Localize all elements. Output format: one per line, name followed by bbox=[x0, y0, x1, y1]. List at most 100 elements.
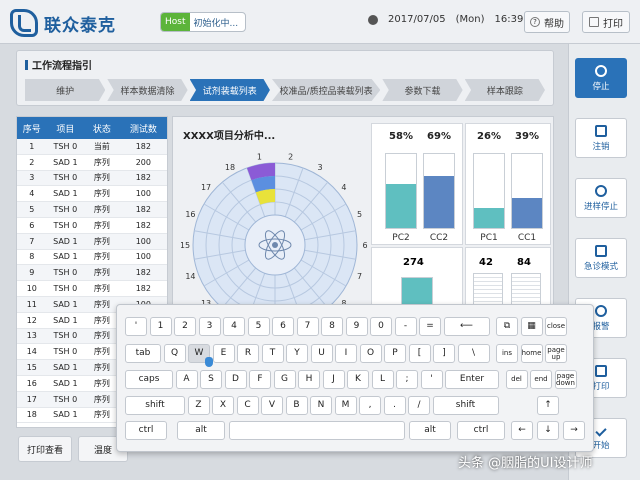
key-ctrl[interactable]: ctrl bbox=[457, 421, 505, 440]
key-z[interactable]: Z bbox=[187, 396, 210, 415]
key-2[interactable]: 2 bbox=[174, 317, 196, 336]
key-f[interactable]: F bbox=[249, 370, 271, 389]
key-[interactable]: ' bbox=[420, 370, 443, 389]
key-pagedown[interactable]: page down bbox=[554, 370, 577, 389]
key-r[interactable]: R bbox=[237, 344, 259, 363]
key-[interactable]: / bbox=[408, 396, 430, 415]
key-[interactable]: ⟵ bbox=[443, 317, 490, 336]
key-7[interactable]: 7 bbox=[296, 317, 319, 336]
key-[interactable]: . bbox=[383, 396, 406, 415]
print-view-button[interactable]: 打印查看 bbox=[18, 436, 72, 462]
step-reagent-load[interactable]: 试剂装载列表 bbox=[189, 79, 270, 101]
step-calibrator-load[interactable]: 校准品/质控品装载列表 bbox=[271, 79, 381, 101]
key-[interactable]: ] bbox=[433, 344, 455, 363]
key-m[interactable]: M bbox=[334, 396, 357, 415]
key-[interactable]: ↑ bbox=[537, 396, 559, 415]
table-row[interactable]: 10 TSH 0 序列 182 bbox=[17, 281, 167, 297]
table-row[interactable]: 5 TSH 0 序列 182 bbox=[17, 202, 167, 218]
key-8[interactable]: 8 bbox=[321, 317, 343, 336]
key-end[interactable]: end bbox=[530, 370, 552, 389]
key-x[interactable]: X bbox=[212, 396, 234, 415]
key-g[interactable]: G bbox=[273, 370, 296, 389]
key-h[interactable]: H bbox=[298, 370, 320, 389]
key-tab[interactable]: tab bbox=[125, 344, 161, 363]
key-[interactable]: ↓ bbox=[537, 421, 559, 440]
key-shift[interactable]: shift bbox=[432, 396, 499, 415]
step-maintenance[interactable]: 维护 bbox=[25, 79, 106, 101]
key-copy-icon[interactable]: ⧉ bbox=[496, 317, 518, 336]
key-[interactable]: , bbox=[359, 396, 381, 415]
key-b[interactable]: B bbox=[285, 396, 308, 415]
key-s[interactable]: S bbox=[200, 370, 222, 389]
key-ctrl[interactable]: ctrl bbox=[125, 421, 167, 440]
key-[interactable]: ← bbox=[511, 421, 533, 440]
key-4[interactable]: 4 bbox=[223, 317, 245, 336]
key-shift[interactable]: shift bbox=[125, 396, 185, 415]
key-6[interactable]: 6 bbox=[272, 317, 294, 336]
wheel-slot-number: 7 bbox=[357, 272, 362, 281]
cell-status: 序列 bbox=[93, 236, 110, 246]
key-c[interactable]: C bbox=[236, 396, 259, 415]
key-ins[interactable]: ins bbox=[496, 344, 518, 363]
key-0[interactable]: 0 bbox=[370, 317, 392, 336]
table-row[interactable]: 4 SAD 1 序列 100 bbox=[17, 186, 167, 203]
help-button[interactable]: ? 帮助 bbox=[524, 11, 570, 33]
key-pageup[interactable]: page up bbox=[545, 344, 567, 363]
key-[interactable]: [ bbox=[408, 344, 431, 363]
key-j[interactable]: J bbox=[322, 370, 345, 389]
key-calculator-icon[interactable]: ▦ bbox=[520, 317, 543, 336]
logout-button[interactable]: 注销 bbox=[575, 118, 627, 158]
key-3[interactable]: 3 bbox=[198, 317, 221, 336]
key-9[interactable]: 9 bbox=[345, 317, 368, 336]
key-d[interactable]: D bbox=[224, 370, 247, 389]
key-[interactable]: ; bbox=[396, 370, 418, 389]
key-[interactable]: \ bbox=[457, 344, 490, 363]
sample-stop-button[interactable]: 进样停止 bbox=[575, 178, 627, 218]
key-[interactable]: - bbox=[394, 317, 417, 336]
key-alt[interactable]: alt bbox=[409, 421, 451, 440]
key-alt[interactable]: alt bbox=[177, 421, 225, 440]
print-top-button[interactable]: 打印 bbox=[582, 11, 630, 33]
key-y[interactable]: Y bbox=[286, 344, 308, 363]
table-row[interactable]: 7 SAD 1 序列 100 bbox=[17, 233, 167, 250]
cell-status: 序列 bbox=[93, 220, 110, 230]
key-close[interactable]: close bbox=[545, 317, 567, 336]
key-n[interactable]: N bbox=[310, 396, 332, 415]
step-param-download[interactable]: 参数下载 bbox=[382, 79, 463, 101]
emergency-mode-button[interactable]: 急诊模式 bbox=[575, 238, 627, 278]
key-caps[interactable]: caps bbox=[125, 370, 173, 389]
key-enter[interactable]: Enter bbox=[445, 370, 499, 389]
table-row[interactable]: 2 SAD 1 序列 200 bbox=[17, 155, 167, 171]
wheel-slot-number: 5 bbox=[357, 210, 362, 219]
cell-index: 4 bbox=[29, 189, 35, 199]
table-row[interactable]: 3 TSH 0 序列 182 bbox=[17, 170, 167, 187]
key-5[interactable]: 5 bbox=[247, 317, 270, 336]
key-[interactable]: = bbox=[419, 317, 441, 336]
key-e[interactable]: E bbox=[212, 344, 235, 363]
key-space[interactable] bbox=[229, 421, 405, 440]
key-home[interactable]: home bbox=[520, 344, 543, 363]
key-q[interactable]: Q bbox=[163, 344, 186, 363]
key-u[interactable]: U bbox=[310, 344, 333, 363]
key-1[interactable]: 1 bbox=[149, 317, 172, 336]
step-sample-track[interactable]: 样本跟踪 bbox=[464, 79, 545, 101]
table-row[interactable]: 8 SAD 1 序列 100 bbox=[17, 250, 167, 266]
cell-test-count: 100 bbox=[135, 189, 151, 199]
key-[interactable]: → bbox=[563, 421, 585, 440]
step-sample-clear[interactable]: 样本数据清除 bbox=[107, 79, 188, 101]
key-o[interactable]: O bbox=[359, 344, 382, 363]
stop-button[interactable]: 停止 bbox=[575, 58, 627, 98]
key-t[interactable]: T bbox=[261, 344, 284, 363]
table-row[interactable]: 9 TSH 0 序列 182 bbox=[17, 265, 167, 282]
key-v[interactable]: V bbox=[261, 396, 283, 415]
key-i[interactable]: I bbox=[335, 344, 357, 363]
bar-cc1 bbox=[511, 153, 543, 229]
key-l[interactable]: L bbox=[371, 370, 394, 389]
key-del[interactable]: del bbox=[505, 370, 528, 389]
key-a[interactable]: A bbox=[175, 370, 198, 389]
key-p[interactable]: P bbox=[384, 344, 406, 363]
table-row[interactable]: 1 TSH 0 当前 182 bbox=[17, 139, 167, 155]
key-[interactable]: ' bbox=[125, 317, 147, 336]
key-k[interactable]: K bbox=[347, 370, 369, 389]
table-row[interactable]: 6 TSH 0 序列 182 bbox=[17, 218, 167, 234]
